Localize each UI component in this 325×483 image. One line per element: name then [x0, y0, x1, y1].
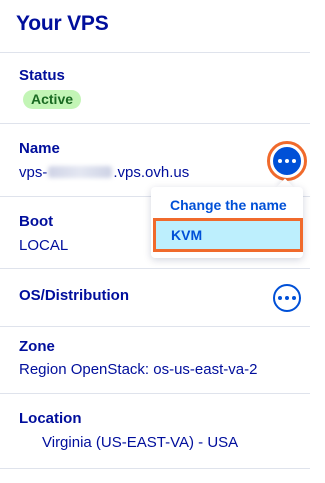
redacted-id: [48, 166, 113, 178]
menu-item-change-name[interactable]: Change the name: [170, 197, 287, 213]
status-label: Status: [19, 67, 65, 84]
panel-title: Your VPS: [16, 12, 109, 35]
os-actions-button[interactable]: [273, 284, 301, 312]
vps-name-prefix: vps-: [19, 164, 48, 181]
zone-label: Zone: [19, 338, 55, 355]
divider: [0, 468, 310, 469]
ellipsis-icon: [285, 159, 289, 163]
divider: [0, 52, 310, 53]
divider: [0, 268, 310, 269]
ellipsis-icon: [278, 296, 282, 300]
boot-label: Boot: [19, 213, 54, 230]
ellipsis-icon: [278, 159, 282, 163]
ellipsis-icon: [292, 296, 296, 300]
location-label: Location: [19, 410, 82, 427]
vps-name-suffix: .vps.ovh.us: [113, 164, 190, 181]
divider: [0, 326, 310, 327]
menu-item-kvm[interactable]: KVM: [156, 221, 300, 249]
status-badge: Active: [23, 90, 82, 109]
name-label: Name: [19, 140, 60, 157]
menu-item-kvm-highlight: KVM: [153, 218, 303, 252]
divider: [0, 393, 310, 394]
location-value: Virginia (US-EAST-VA) - USA: [42, 434, 239, 451]
boot-value: LOCAL: [19, 237, 69, 254]
ellipsis-icon: [285, 296, 289, 300]
zone-value: Region OpenStack: os-us-east-va-2: [19, 361, 258, 378]
divider: [0, 123, 310, 124]
ellipsis-icon: [292, 159, 296, 163]
actions-menu: Change the name KVM: [151, 187, 303, 258]
name-actions-button[interactable]: [273, 147, 301, 175]
vps-name-value: vps- .vps.ovh.us: [19, 164, 189, 181]
os-label: OS/Distribution: [19, 287, 129, 304]
